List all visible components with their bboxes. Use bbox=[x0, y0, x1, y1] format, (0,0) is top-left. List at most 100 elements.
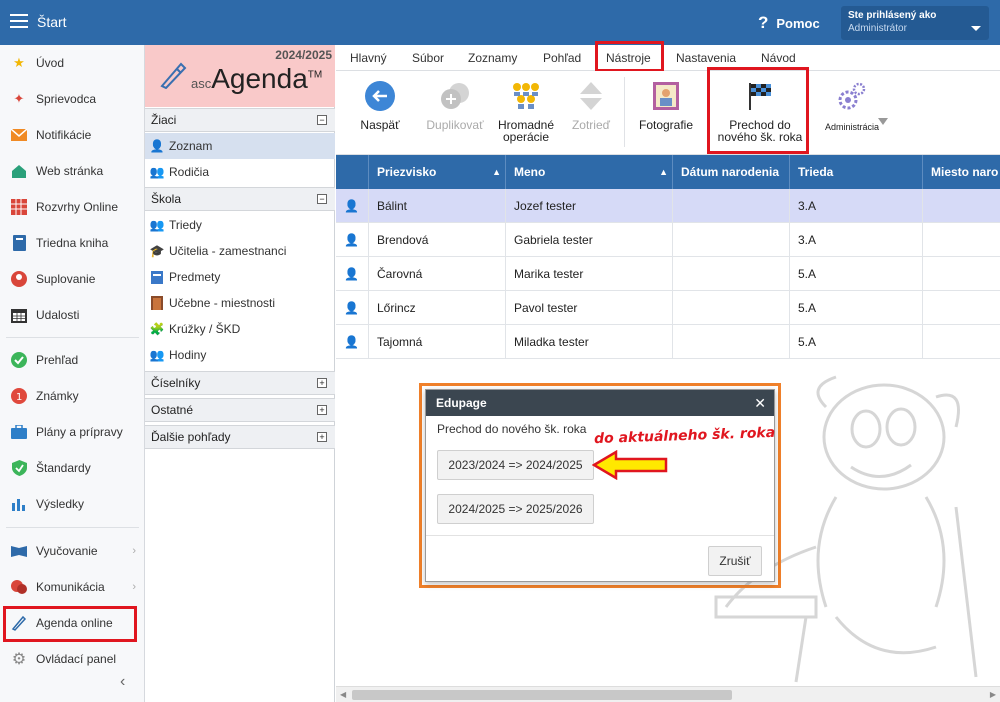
horizontal-scrollbar[interactable]: ◀ ▶ bbox=[336, 686, 1000, 702]
option-2023-2024-button[interactable]: 2023/2024 => 2024/2025 bbox=[437, 450, 594, 480]
sidebar-item-prehlad[interactable]: Prehľad bbox=[0, 345, 145, 375]
agenda-item-zoznam[interactable]: 👤 Zoznam bbox=[145, 133, 335, 159]
sidebar-item-triedna-kniha[interactable]: Triedna kniha bbox=[0, 228, 145, 258]
sidebar-item-web[interactable]: Web stránka bbox=[0, 156, 145, 186]
expand-icon[interactable]: + bbox=[317, 432, 327, 442]
sidebar-item-label: Web stránka bbox=[36, 164, 104, 178]
back-button[interactable]: Naspäť bbox=[354, 71, 406, 155]
door-icon bbox=[149, 295, 165, 311]
section-ziaci[interactable]: Žiaci − bbox=[145, 108, 335, 132]
sidebar-item-znamky[interactable]: 1 Známky bbox=[0, 381, 145, 411]
student-icon: 👤 bbox=[336, 325, 369, 359]
collapse-icon[interactable]: − bbox=[317, 194, 327, 204]
table-row[interactable]: 👤 Brendová Gabriela tester 3.A bbox=[336, 223, 1000, 257]
section-ciselniky[interactable]: Číselníky + bbox=[145, 371, 335, 395]
table-row[interactable]: 👤 Čarovná Marika tester 5.A bbox=[336, 257, 1000, 291]
agenda-item-hodiny[interactable]: 👥 Hodiny bbox=[145, 342, 335, 368]
agenda-item-predmety[interactable]: Predmety bbox=[145, 264, 335, 290]
menu-pohlad[interactable]: Pohľad bbox=[543, 45, 581, 71]
collapse-sidebar-icon[interactable]: ‹ bbox=[120, 673, 125, 691]
menu-subor[interactable]: Súbor bbox=[412, 45, 444, 71]
chevron-down-icon bbox=[971, 26, 981, 31]
cell-meno: Marika tester bbox=[506, 257, 673, 291]
people-group-icon bbox=[509, 79, 543, 113]
administration-button[interactable]: Administrácia bbox=[814, 71, 890, 155]
table-row[interactable]: 👤 Tajomná Miladka tester 5.A bbox=[336, 325, 1000, 359]
expand-icon[interactable]: + bbox=[317, 378, 327, 388]
house-icon bbox=[10, 162, 28, 180]
sidebar-item-label: Triedna kniha bbox=[36, 236, 109, 250]
sidebar-item-label: Komunikácia bbox=[36, 580, 105, 594]
sidebar-item-komunikacia[interactable]: Komunikácia › bbox=[0, 572, 145, 602]
table-row[interactable]: 👤 Lőrincz Pavol tester 5.A bbox=[336, 291, 1000, 325]
grade-icon: 1 bbox=[10, 387, 28, 405]
cell-datum bbox=[673, 291, 790, 325]
table-row[interactable]: 👤 Bálint Jozef tester 3.A bbox=[336, 189, 1000, 223]
scroll-left-icon[interactable]: ◀ bbox=[340, 690, 346, 699]
cell-priezvisko: Čarovná bbox=[369, 257, 506, 291]
section-skola[interactable]: Škola − bbox=[145, 187, 335, 211]
students-grid: Priezvisko ▲ Meno ▲ Dátum narodenia Trieda… bbox=[336, 155, 1000, 367]
sidebar-divider bbox=[6, 337, 139, 338]
agenda-item-rodicia[interactable]: 👥 Rodičia bbox=[145, 159, 335, 185]
menu-hlavny[interactable]: Hlavný bbox=[350, 45, 387, 71]
sidebar-item-rozvrhy[interactable]: Rozvrhy Online bbox=[0, 192, 145, 222]
scroll-right-icon[interactable]: ▶ bbox=[990, 690, 996, 699]
section-dalsie[interactable]: Ďalšie pohľady + bbox=[145, 425, 335, 449]
sidebar-item-udalosti[interactable]: Udalosti bbox=[0, 300, 145, 330]
sidebar-item-ovladaci-panel[interactable]: ⚙ Ovládací panel bbox=[0, 644, 145, 674]
agenda-item-ucitelia[interactable]: 🎓 Učitelia - zamestnanci bbox=[145, 238, 335, 264]
user-menu[interactable]: Ste prihlásený ako Administrátor bbox=[841, 6, 989, 40]
sidebar-item-plany[interactable]: Plány a prípravy bbox=[0, 417, 145, 447]
sidebar-item-uvod[interactable]: ★ Úvod bbox=[0, 48, 145, 78]
help-button[interactable]: ? Pomoc bbox=[758, 13, 820, 33]
user-role: Administrátor bbox=[848, 23, 907, 34]
briefcase-icon bbox=[10, 423, 28, 441]
sort-up-icon: ▲ bbox=[492, 167, 501, 177]
cancel-button[interactable]: Zrušiť bbox=[708, 546, 762, 576]
student-icon: 👤 bbox=[336, 291, 369, 325]
scrollbar-thumb[interactable] bbox=[352, 690, 732, 700]
highlight-nastroje bbox=[595, 41, 664, 72]
sidebar-item-vyucovanie[interactable]: Vyučovanie › bbox=[0, 536, 145, 566]
duplicate-button[interactable]: Duplikovať bbox=[424, 71, 486, 155]
page-title: Štart bbox=[37, 14, 67, 30]
grid-header-meno[interactable]: Meno ▲ bbox=[506, 155, 673, 189]
collapse-icon[interactable]: − bbox=[317, 115, 327, 125]
hamburger-menu-icon[interactable] bbox=[10, 14, 28, 28]
menu-zoznamy[interactable]: Zoznamy bbox=[468, 45, 517, 71]
close-icon[interactable]: ✕ bbox=[754, 395, 766, 412]
toolbar: Naspäť Duplikovať Hromadné operácie Zotr… bbox=[336, 71, 1000, 155]
grid-header-miesto[interactable]: Miesto naro bbox=[923, 155, 1000, 189]
photos-button[interactable]: Fotografie bbox=[634, 71, 698, 155]
section-ostatne[interactable]: Ostatné + bbox=[145, 398, 335, 422]
chevron-right-icon: › bbox=[132, 545, 136, 557]
class-icon: 👥 bbox=[149, 218, 165, 232]
sidebar-item-vysledky[interactable]: Výsledky bbox=[0, 489, 145, 519]
sidebar-item-standardy[interactable]: Štandardy bbox=[0, 453, 145, 483]
sidebar-item-sprievodca[interactable]: ✦ Sprievodca bbox=[0, 84, 145, 114]
svg-text:1: 1 bbox=[16, 392, 22, 403]
option-2024-2025-button[interactable]: 2024/2025 => 2025/2026 bbox=[437, 494, 594, 524]
grid-header-datum[interactable]: Dátum narodenia bbox=[673, 155, 790, 189]
grid-header: Priezvisko ▲ Meno ▲ Dátum narodenia Trieda… bbox=[336, 155, 1000, 189]
brand-name: Agenda bbox=[211, 63, 308, 94]
cell-datum bbox=[673, 325, 790, 359]
user-caption: Ste prihlásený ako bbox=[848, 10, 937, 21]
agenda-item-kruzky[interactable]: 🧩 Krúžky / ŠKD bbox=[145, 316, 335, 342]
sort-button[interactable]: Zotrieď bbox=[566, 71, 616, 155]
sort-up-icon: ▲ bbox=[659, 167, 668, 177]
expand-icon[interactable]: + bbox=[317, 405, 327, 415]
graduation-cap-icon: 🎓 bbox=[149, 244, 165, 258]
section-label: Ďalšie pohľady bbox=[151, 430, 231, 444]
admin-dropdown-icon[interactable] bbox=[878, 118, 888, 125]
grid-header-priezvisko[interactable]: Priezvisko ▲ bbox=[369, 155, 506, 189]
agenda-item-ucebne[interactable]: Učebne - miestnosti bbox=[145, 290, 335, 316]
agenda-item-triedy[interactable]: 👥 Triedy bbox=[145, 212, 335, 238]
header-label: Dátum narodenia bbox=[681, 165, 780, 179]
sidebar-item-suplovanie[interactable]: Suplovanie bbox=[0, 264, 145, 294]
grid-header-trieda[interactable]: Trieda bbox=[790, 155, 923, 189]
cell-priezvisko: Lőrincz bbox=[369, 291, 506, 325]
bulk-operations-button[interactable]: Hromadné operácie bbox=[496, 71, 556, 155]
sidebar-item-notifikacie[interactable]: Notifikácie bbox=[0, 120, 145, 150]
